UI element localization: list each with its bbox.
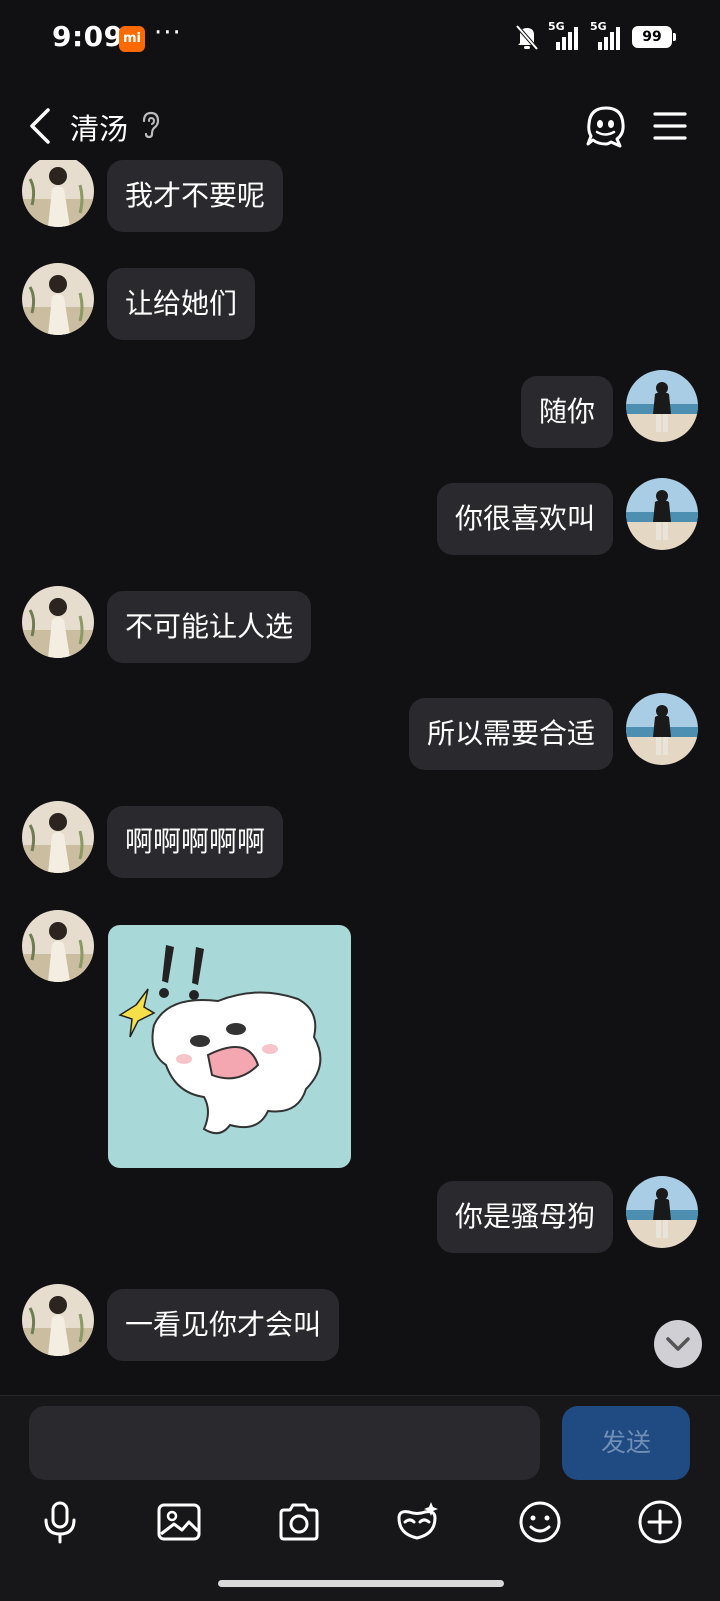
ear-icon[interactable] bbox=[140, 110, 162, 140]
contact-avatar[interactable] bbox=[22, 910, 94, 982]
message-bubble-received[interactable]: 我才不要呢 bbox=[107, 160, 284, 232]
my-avatar[interactable] bbox=[626, 370, 698, 442]
my-avatar[interactable] bbox=[626, 478, 698, 550]
message-bubble-sent[interactable]: 你很喜欢叫 bbox=[436, 483, 613, 555]
signal-1-icon: 5G bbox=[548, 20, 582, 52]
contact-avatar[interactable] bbox=[22, 160, 94, 227]
plus-icon[interactable] bbox=[636, 1498, 684, 1546]
battery-icon: 99 bbox=[632, 26, 676, 48]
mute-bell-icon bbox=[515, 24, 539, 51]
message-bubble-received[interactable]: 让给她们 bbox=[107, 268, 256, 340]
status-icons: 5G 5G 99 bbox=[514, 20, 676, 52]
emoji-icon[interactable] bbox=[516, 1498, 564, 1546]
chevron-down-icon bbox=[666, 1337, 690, 1351]
contact-avatar[interactable] bbox=[22, 263, 94, 335]
microphone-icon[interactable] bbox=[36, 1498, 84, 1546]
back-icon[interactable] bbox=[22, 104, 62, 148]
mask-icon[interactable] bbox=[393, 1498, 441, 1546]
status-bar: 9:09 mi ··· 5G 5G 99 bbox=[0, 0, 720, 80]
contact-avatar[interactable] bbox=[22, 586, 94, 658]
contact-avatar[interactable] bbox=[22, 1284, 94, 1356]
scroll-to-bottom-button[interactable] bbox=[654, 1320, 702, 1368]
message-list[interactable]: 我才不要呢 让给她们 随你 你很喜欢叫 不可能让人选 所以需要合适 啊啊啊啊啊 bbox=[0, 160, 720, 1395]
menu-icon[interactable] bbox=[652, 108, 688, 144]
status-time: 9:09 bbox=[52, 20, 124, 53]
chat-header: 清汤 bbox=[0, 90, 720, 162]
message-bubble-received[interactable]: 啊啊啊啊啊 bbox=[107, 806, 284, 878]
message-bubble-sent[interactable]: 所以需要合适 bbox=[408, 698, 613, 770]
send-button[interactable]: 发送 bbox=[562, 1406, 690, 1480]
mi-notification-icon: mi bbox=[119, 26, 145, 52]
input-bar: 发送 bbox=[0, 1395, 720, 1601]
message-bubble-received[interactable]: 不可能让人选 bbox=[107, 591, 312, 663]
message-bubble-sent[interactable]: 随你 bbox=[520, 376, 613, 448]
sticker-image[interactable] bbox=[108, 925, 351, 1168]
home-indicator[interactable] bbox=[218, 1580, 504, 1587]
more-notifications-icon: ··· bbox=[154, 18, 182, 48]
message-input[interactable] bbox=[29, 1406, 540, 1480]
signal-2-icon: 5G bbox=[590, 20, 624, 52]
contact-avatar[interactable] bbox=[22, 801, 94, 873]
image-icon[interactable] bbox=[155, 1498, 203, 1546]
message-bubble-received[interactable]: 一看见你才会叫 bbox=[107, 1289, 340, 1361]
message-bubble-sent[interactable]: 你是骚母狗 bbox=[436, 1181, 613, 1253]
my-avatar[interactable] bbox=[626, 693, 698, 765]
chat-title[interactable]: 清汤 bbox=[70, 106, 128, 148]
camera-icon[interactable] bbox=[275, 1498, 323, 1546]
my-avatar[interactable] bbox=[626, 1176, 698, 1248]
mascot-icon[interactable] bbox=[583, 104, 629, 150]
